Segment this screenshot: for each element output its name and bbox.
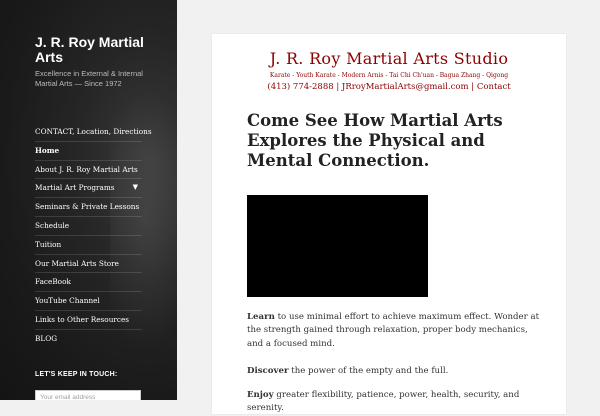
nav-item-schedule[interactable]: Schedule xyxy=(35,217,142,236)
keep-in-touch-heading: LET'S KEEP IN TOUCH: xyxy=(35,371,118,378)
nav-item-label: CONTACT, Location, Directions xyxy=(35,127,152,136)
nav-item-label: Seminars & Private Lessons xyxy=(35,202,140,212)
studio-title: J. R. Roy Martial Arts Studio xyxy=(269,49,509,68)
nav-item-label: Martial Art Programs xyxy=(35,183,115,193)
nav-item-tuition[interactable]: Tuition xyxy=(35,236,142,255)
sidebar: J. R. Roy Martial Arts Excellence in Ext… xyxy=(0,0,177,400)
main-content: J. R. Roy Martial Arts Studio Karate - Y… xyxy=(212,34,566,414)
paragraph-learn: Learn to use minimal effort to achieve m… xyxy=(247,311,542,351)
paragraph-discover: Discover the power of the empty and the … xyxy=(247,365,542,378)
nav-item-label: YouTube Channel xyxy=(35,296,100,306)
nav-item-seminars[interactable]: Seminars & Private Lessons xyxy=(35,198,142,217)
main-navigation: CONTACT, Location, Directions Home About… xyxy=(35,123,152,348)
nav-item-label: Links to Other Resources xyxy=(35,314,130,324)
nav-item-label: Tuition xyxy=(35,239,62,249)
nav-item-store[interactable]: Our Martial Arts Store xyxy=(35,255,142,274)
chevron-down-icon[interactable]: ▼ xyxy=(133,179,138,196)
nav-item-about[interactable]: About J. R. Roy Martial Arts xyxy=(35,161,142,180)
paragraph-lead: Enjoy xyxy=(247,390,274,400)
paragraph-lead: Discover xyxy=(247,366,289,376)
nav-item-youtube[interactable]: YouTube Channel xyxy=(35,292,142,311)
nav-item-label: Our Martial Arts Store xyxy=(35,258,119,268)
paragraph-enjoy: Enjoy greater flexibility, patience, pow… xyxy=(247,389,542,416)
paragraph-lead: Learn xyxy=(247,312,275,322)
nav-item-contact[interactable]: CONTACT, Location, Directions xyxy=(35,123,152,142)
nav-item-label: FaceBook xyxy=(35,277,71,287)
nav-item-label: About J. R. Roy Martial Arts xyxy=(35,164,138,174)
email-input[interactable] xyxy=(35,390,141,400)
nav-item-label: Home xyxy=(35,145,60,155)
page-headline: Come See How Martial Arts Explores the P… xyxy=(247,111,503,170)
nav-item-blog[interactable]: BLOG xyxy=(35,330,142,348)
paragraph-text: the power of the empty and the full. xyxy=(288,366,449,376)
nav-item-programs[interactable]: Martial Art Programs ▼ xyxy=(35,179,142,199)
site-title[interactable]: J. R. Roy Martial Arts xyxy=(35,35,155,65)
video-embed[interactable] xyxy=(247,195,428,297)
nav-item-facebook[interactable]: FaceBook xyxy=(35,273,142,293)
site-description: Excellence in External & Internal Martia… xyxy=(35,69,143,88)
nav-item-label: Schedule xyxy=(35,220,70,230)
contact-line[interactable]: (413) 774-2888 | JRroyMartialArts@gmail.… xyxy=(212,82,566,92)
paragraph-text: greater flexibility, patience, power, he… xyxy=(247,390,520,414)
paragraph-text: to use minimal effort to achieve maximum… xyxy=(247,312,540,349)
nav-item-links[interactable]: Links to Other Resources xyxy=(35,311,142,330)
styles-line: Karate - Youth Karate - Modern Arnis - T… xyxy=(269,72,509,79)
nav-item-home[interactable]: Home xyxy=(35,142,142,161)
nav-item-label: BLOG xyxy=(35,333,58,343)
